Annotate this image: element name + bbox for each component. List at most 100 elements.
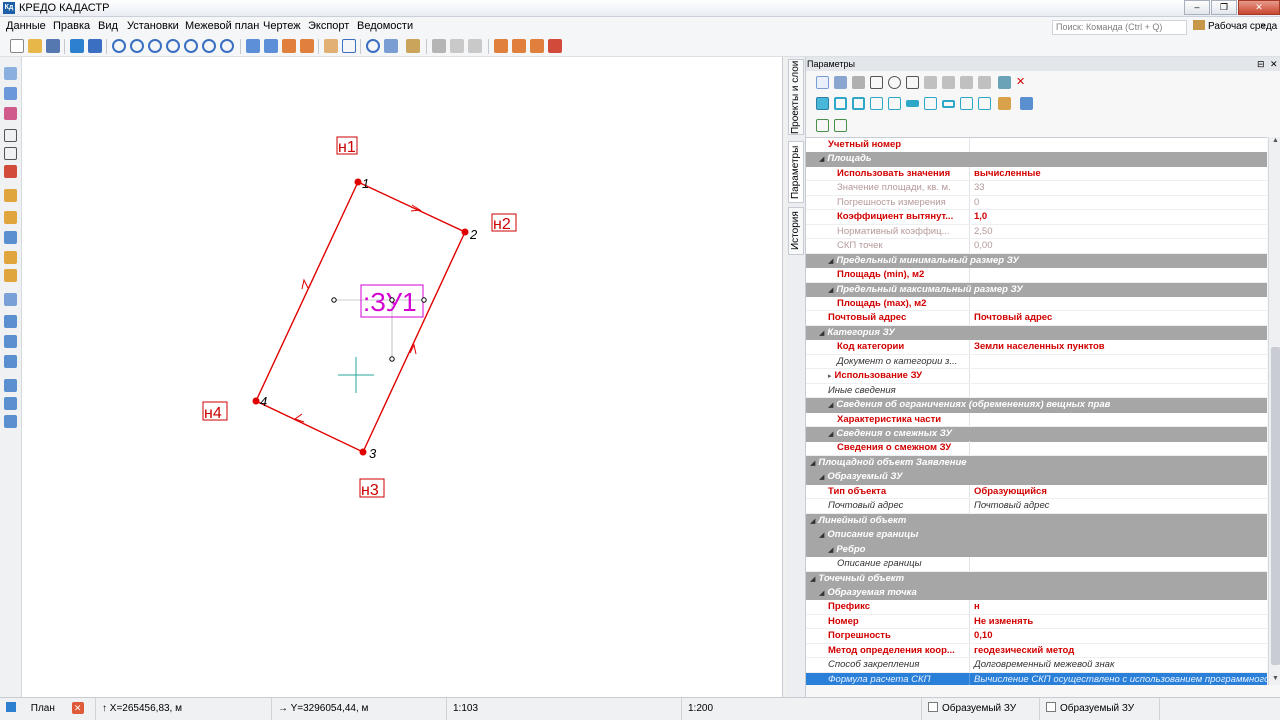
grid-icon[interactable] [4, 355, 17, 368]
extend-icon[interactable] [978, 76, 991, 89]
move-point-icon[interactable] [888, 76, 901, 89]
property-row[interactable]: Тип объекта Образующийся [806, 484, 1267, 500]
vertex-marker[interactable] [354, 178, 362, 186]
close-tab-icon[interactable]: ✕ [71, 702, 84, 714]
expand-all-icon[interactable] [816, 119, 829, 132]
tab-projects-layers[interactable]: Проекты и слои [788, 59, 804, 135]
property-row[interactable]: Значение площади, кв. м. 33 [806, 181, 1267, 196]
property-row[interactable]: Коэффициент вытянут... 1,0 [806, 210, 1267, 225]
pin-icon[interactable]: ⊟ [1257, 57, 1265, 71]
property-value[interactable] [971, 413, 1267, 428]
shape-object-icon[interactable] [978, 97, 991, 110]
collapse-arrow-icon[interactable]: ◢ [819, 529, 824, 543]
label-handle[interactable] [331, 297, 337, 303]
redo-icon[interactable] [468, 39, 482, 53]
snap-point-icon[interactable] [494, 39, 508, 53]
menu-item[interactable]: Ведомости [357, 20, 413, 32]
property-value[interactable] [971, 138, 1267, 153]
edit-icon[interactable] [432, 39, 446, 53]
collapse-arrow-icon[interactable]: ◢ [819, 587, 824, 601]
pan-left-icon[interactable] [246, 39, 260, 53]
snap-line-icon[interactable] [512, 39, 526, 53]
property-row[interactable]: ▸ Использование ЗУ [806, 369, 1267, 384]
label-handle[interactable] [389, 356, 395, 362]
select-area-icon[interactable] [4, 107, 17, 120]
property-value[interactable]: 1,0 [971, 210, 1267, 225]
property-row[interactable]: Метод определения коор... геодезический м… [806, 643, 1267, 659]
import-points-icon[interactable] [4, 397, 17, 410]
move-up-icon[interactable] [282, 39, 296, 53]
property-value[interactable]: Земли населенных пунктов [971, 340, 1267, 355]
vertex-marker[interactable] [461, 228, 469, 236]
line-object-icon[interactable] [906, 100, 919, 107]
drawing-canvas[interactable]: 1 2 3 4 н1 н2 н3 н4 :ЗУ1 [22, 57, 783, 697]
zoom-window-icon[interactable] [112, 39, 126, 53]
undo-edit-icon[interactable] [834, 76, 847, 89]
add-point-icon[interactable] [870, 76, 883, 89]
property-group[interactable]: ◢ Категория ЗУ [806, 325, 1267, 341]
property-group[interactable]: ◢ Линейный объект [806, 513, 1267, 529]
property-row[interactable]: Номер Не изменять [806, 614, 1267, 630]
point-tag[interactable]: н4 [204, 405, 222, 422]
property-row[interactable]: Описание границы [806, 557, 1267, 572]
property-group[interactable]: ◢ Площадь [806, 152, 1267, 167]
property-row[interactable]: Код категории Земли населенных пунктов [806, 340, 1267, 355]
property-value[interactable] [971, 369, 1267, 384]
property-row[interactable]: Учетный номер [806, 138, 1267, 153]
property-value[interactable]: 0,10 [971, 629, 1267, 644]
strip-object-icon[interactable] [942, 100, 955, 108]
new-file-icon[interactable] [10, 39, 24, 53]
property-row[interactable]: Нормативный коэффиц... 2,50 [806, 224, 1267, 240]
vertex-marker[interactable] [252, 397, 260, 405]
expand-arrow-icon[interactable]: ▸ [828, 370, 832, 383]
undo-icon[interactable] [450, 39, 464, 53]
tab-history[interactable]: История [788, 207, 804, 255]
rect-object-icon[interactable] [834, 97, 847, 110]
scroll-thumb[interactable] [1271, 347, 1280, 665]
property-value[interactable]: Почтовый адрес [971, 499, 1267, 514]
property-row[interactable]: Формула расчета СКП Вычисление СКП осущес… [806, 672, 1267, 685]
parcel-create-icon[interactable] [4, 189, 17, 202]
restore-button[interactable]: ❐ [1211, 0, 1237, 15]
point-tag[interactable]: н3 [361, 482, 379, 499]
copy-object-icon[interactable] [4, 293, 17, 306]
parcel-join-icon[interactable] [4, 251, 17, 264]
minimize-button[interactable]: – [1184, 0, 1210, 15]
property-row[interactable]: Почтовый адрес Почтовый адрес [806, 311, 1267, 326]
property-value[interactable] [971, 268, 1267, 283]
parcel-object-icon[interactable] [816, 97, 829, 110]
snap-off-icon[interactable] [548, 39, 562, 53]
scroll-up-icon[interactable]: ▲ [1269, 137, 1280, 147]
plan-tab[interactable]: План ✕ [0, 698, 96, 720]
property-group[interactable]: ◢ Ребро [806, 542, 1267, 558]
menu-item[interactable]: Чертеж [263, 20, 301, 32]
part-object-icon[interactable] [852, 97, 865, 110]
property-group[interactable]: ◢ Предельный максимальный размер ЗУ [806, 282, 1267, 297]
property-value[interactable]: 0 [971, 196, 1267, 211]
property-value[interactable]: Не изменять [971, 615, 1267, 630]
property-value[interactable]: Долговременный межевой знак [971, 658, 1267, 673]
zoom-in-icon[interactable] [130, 39, 144, 53]
edge-object-icon[interactable] [924, 97, 937, 110]
zoom-object-icon[interactable] [220, 39, 234, 53]
zone-object-icon[interactable] [960, 97, 973, 110]
property-value[interactable]: вычисленные [971, 167, 1267, 182]
property-value[interactable]: 0,00 [971, 239, 1267, 254]
collapse-arrow-icon[interactable]: ◢ [810, 515, 815, 529]
multi-object-icon[interactable] [870, 97, 883, 110]
apply-icon[interactable] [816, 76, 829, 89]
property-group[interactable]: ◢ Сведения о смежных ЗУ [806, 427, 1267, 442]
vertex-marker[interactable] [359, 448, 367, 456]
close-button[interactable]: ✕ [1238, 0, 1280, 15]
step-icon[interactable] [852, 76, 865, 89]
text-delete-icon[interactable] [4, 165, 17, 178]
property-value[interactable]: 33 [971, 181, 1267, 196]
copy-attrs-icon[interactable] [1020, 97, 1033, 110]
pan-point-icon[interactable] [906, 76, 919, 89]
property-row[interactable]: Документ о категории з... [806, 354, 1267, 370]
collapse-arrow-icon[interactable]: ◢ [828, 428, 833, 442]
label-handle[interactable] [421, 297, 427, 303]
contour-object-icon[interactable] [888, 97, 901, 110]
save-icon[interactable] [46, 39, 60, 53]
plan-drawing[interactable]: 1 2 3 4 н1 н2 н3 н4 :ЗУ1 [22, 57, 783, 697]
